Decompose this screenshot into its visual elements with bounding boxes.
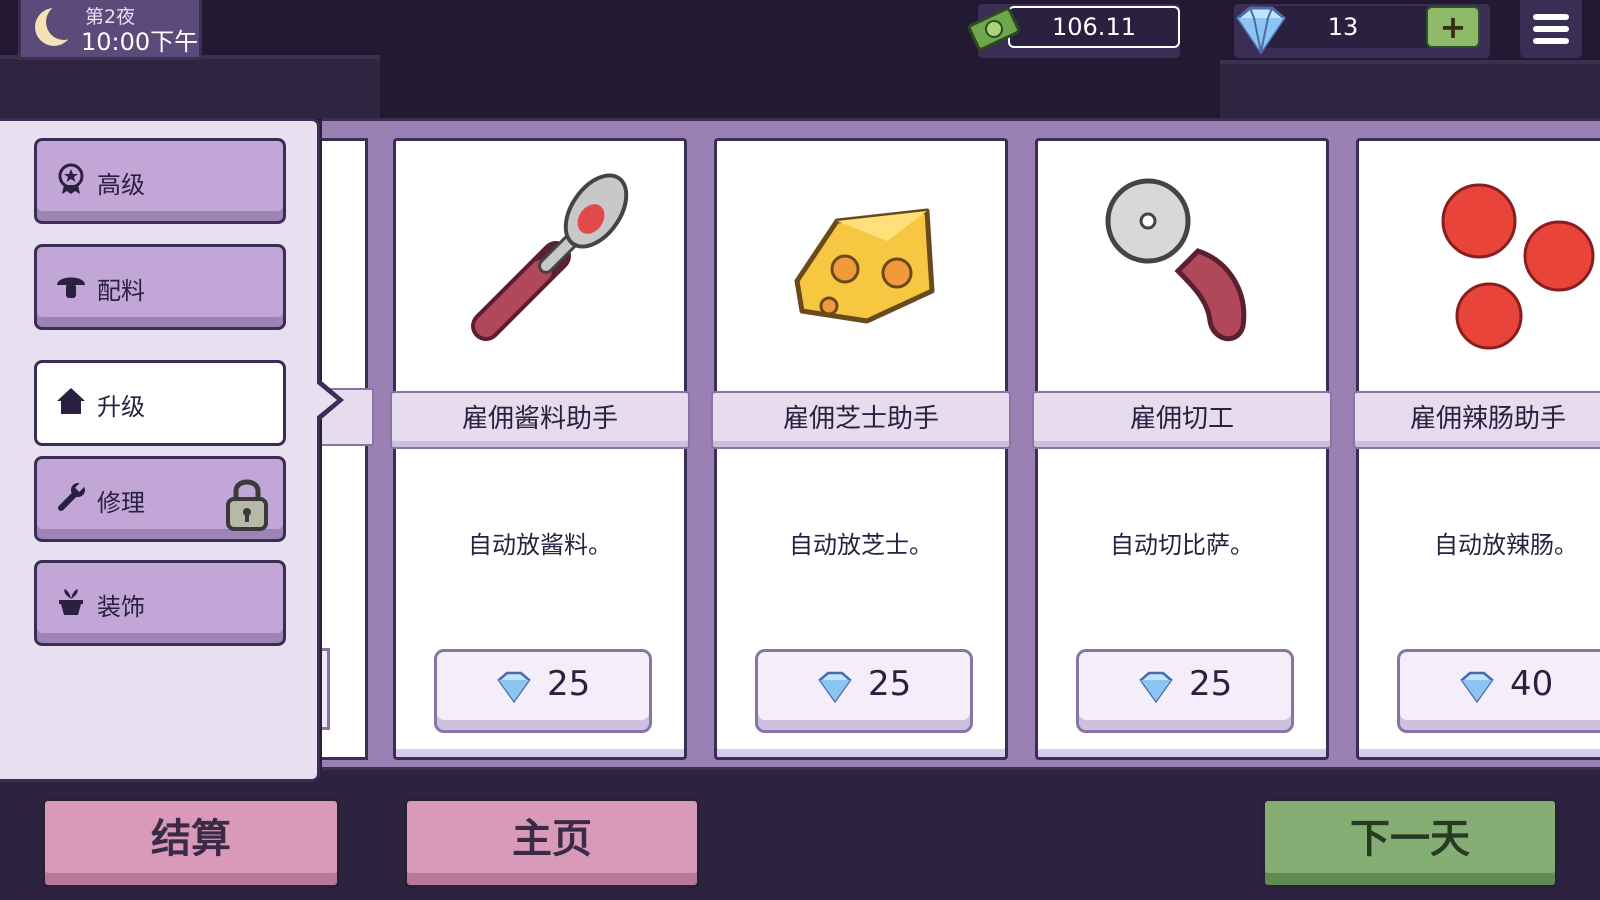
diamond-icon (1460, 671, 1494, 704)
price-value: 25 (868, 664, 912, 704)
card-description: 自动放酱料。 (468, 531, 612, 559)
cash-icon (968, 7, 1020, 51)
diamond-icon (1235, 6, 1287, 55)
tab-premium[interactable]: 高级 (34, 138, 286, 224)
clock-time: 10:00下午 (81, 28, 199, 56)
wrench-icon (58, 482, 85, 511)
upgrade-card-cutter[interactable]: 雇佣切工 自动切比萨。 25 (1032, 138, 1332, 760)
upgrade-card-pepperoni-helper[interactable]: 雇佣辣肠助手 自动放辣肠。 40 (1353, 138, 1600, 760)
upgrade-card-sauce-helper[interactable]: 雇佣酱料助手 自动放酱料。 25 (390, 138, 690, 760)
card-description: 自动放辣肠。 (1434, 531, 1578, 559)
money-amount: 106.11 (1008, 6, 1180, 48)
card-title: 雇佣切工 (1032, 391, 1332, 449)
buy-button[interactable]: 40 (1397, 649, 1600, 733)
left-rooftop (0, 55, 380, 119)
card-title: 雇佣酱料助手 (390, 391, 690, 449)
hamburger-menu-button[interactable] (1520, 0, 1582, 58)
menu-bar (1533, 14, 1569, 20)
active-tab-pointer (315, 378, 344, 422)
card-description: 自动切比萨。 (1110, 531, 1254, 559)
buy-gems-button[interactable]: + (1426, 6, 1480, 48)
cheese-icon (794, 208, 935, 324)
settle-button[interactable]: 结算 (42, 798, 340, 888)
tab-decor[interactable]: 装饰 (34, 560, 286, 646)
sauce-spoon-icon (471, 173, 629, 341)
right-rooftop (1220, 60, 1600, 119)
buy-button[interactable]: 25 (434, 649, 652, 733)
night-clock: 第2夜 10:00下午 (18, 0, 202, 60)
tab-upgrades[interactable]: 升级 (34, 360, 286, 446)
card-title: 雇佣辣肠助手 (1353, 391, 1600, 449)
house-icon (57, 388, 85, 414)
buy-button[interactable]: 25 (1076, 649, 1294, 733)
lock-icon (226, 479, 268, 531)
diamond-icon (818, 671, 852, 704)
mushroom-icon (57, 277, 85, 298)
badge-star-icon (58, 163, 84, 194)
buy-button[interactable]: 25 (755, 649, 973, 733)
partial-card-button (322, 648, 330, 730)
card-title: 雇佣芝士助手 (711, 391, 1011, 449)
price-value: 25 (1189, 664, 1233, 704)
tab-label: 升级 (97, 393, 145, 421)
pepperoni-icon (1441, 183, 1595, 350)
menu-bar (1533, 38, 1569, 44)
tab-label: 修理 (97, 489, 145, 517)
tab-label: 装饰 (97, 593, 145, 621)
upgrade-card-cheese-helper[interactable]: 雇佣芝士助手 自动放芝士。 25 (711, 138, 1011, 760)
card-description: 自动放芝士。 (789, 531, 933, 559)
price-value: 40 (1510, 664, 1554, 704)
tab-label: 配料 (97, 277, 145, 305)
pizza-cutter-icon (1105, 178, 1247, 342)
next-day-button[interactable]: 下一天 (1262, 798, 1558, 888)
home-button[interactable]: 主页 (404, 798, 700, 888)
price-value: 25 (547, 664, 591, 704)
plant-pot-icon (59, 589, 83, 615)
diamond-icon (497, 671, 531, 704)
diamond-icon (1139, 671, 1173, 704)
tab-label: 高级 (97, 171, 145, 199)
moon-icon (35, 4, 82, 46)
menu-bar (1533, 26, 1569, 32)
tab-repair[interactable]: 修理 (34, 456, 286, 542)
tab-toppings[interactable]: 配料 (34, 244, 286, 330)
